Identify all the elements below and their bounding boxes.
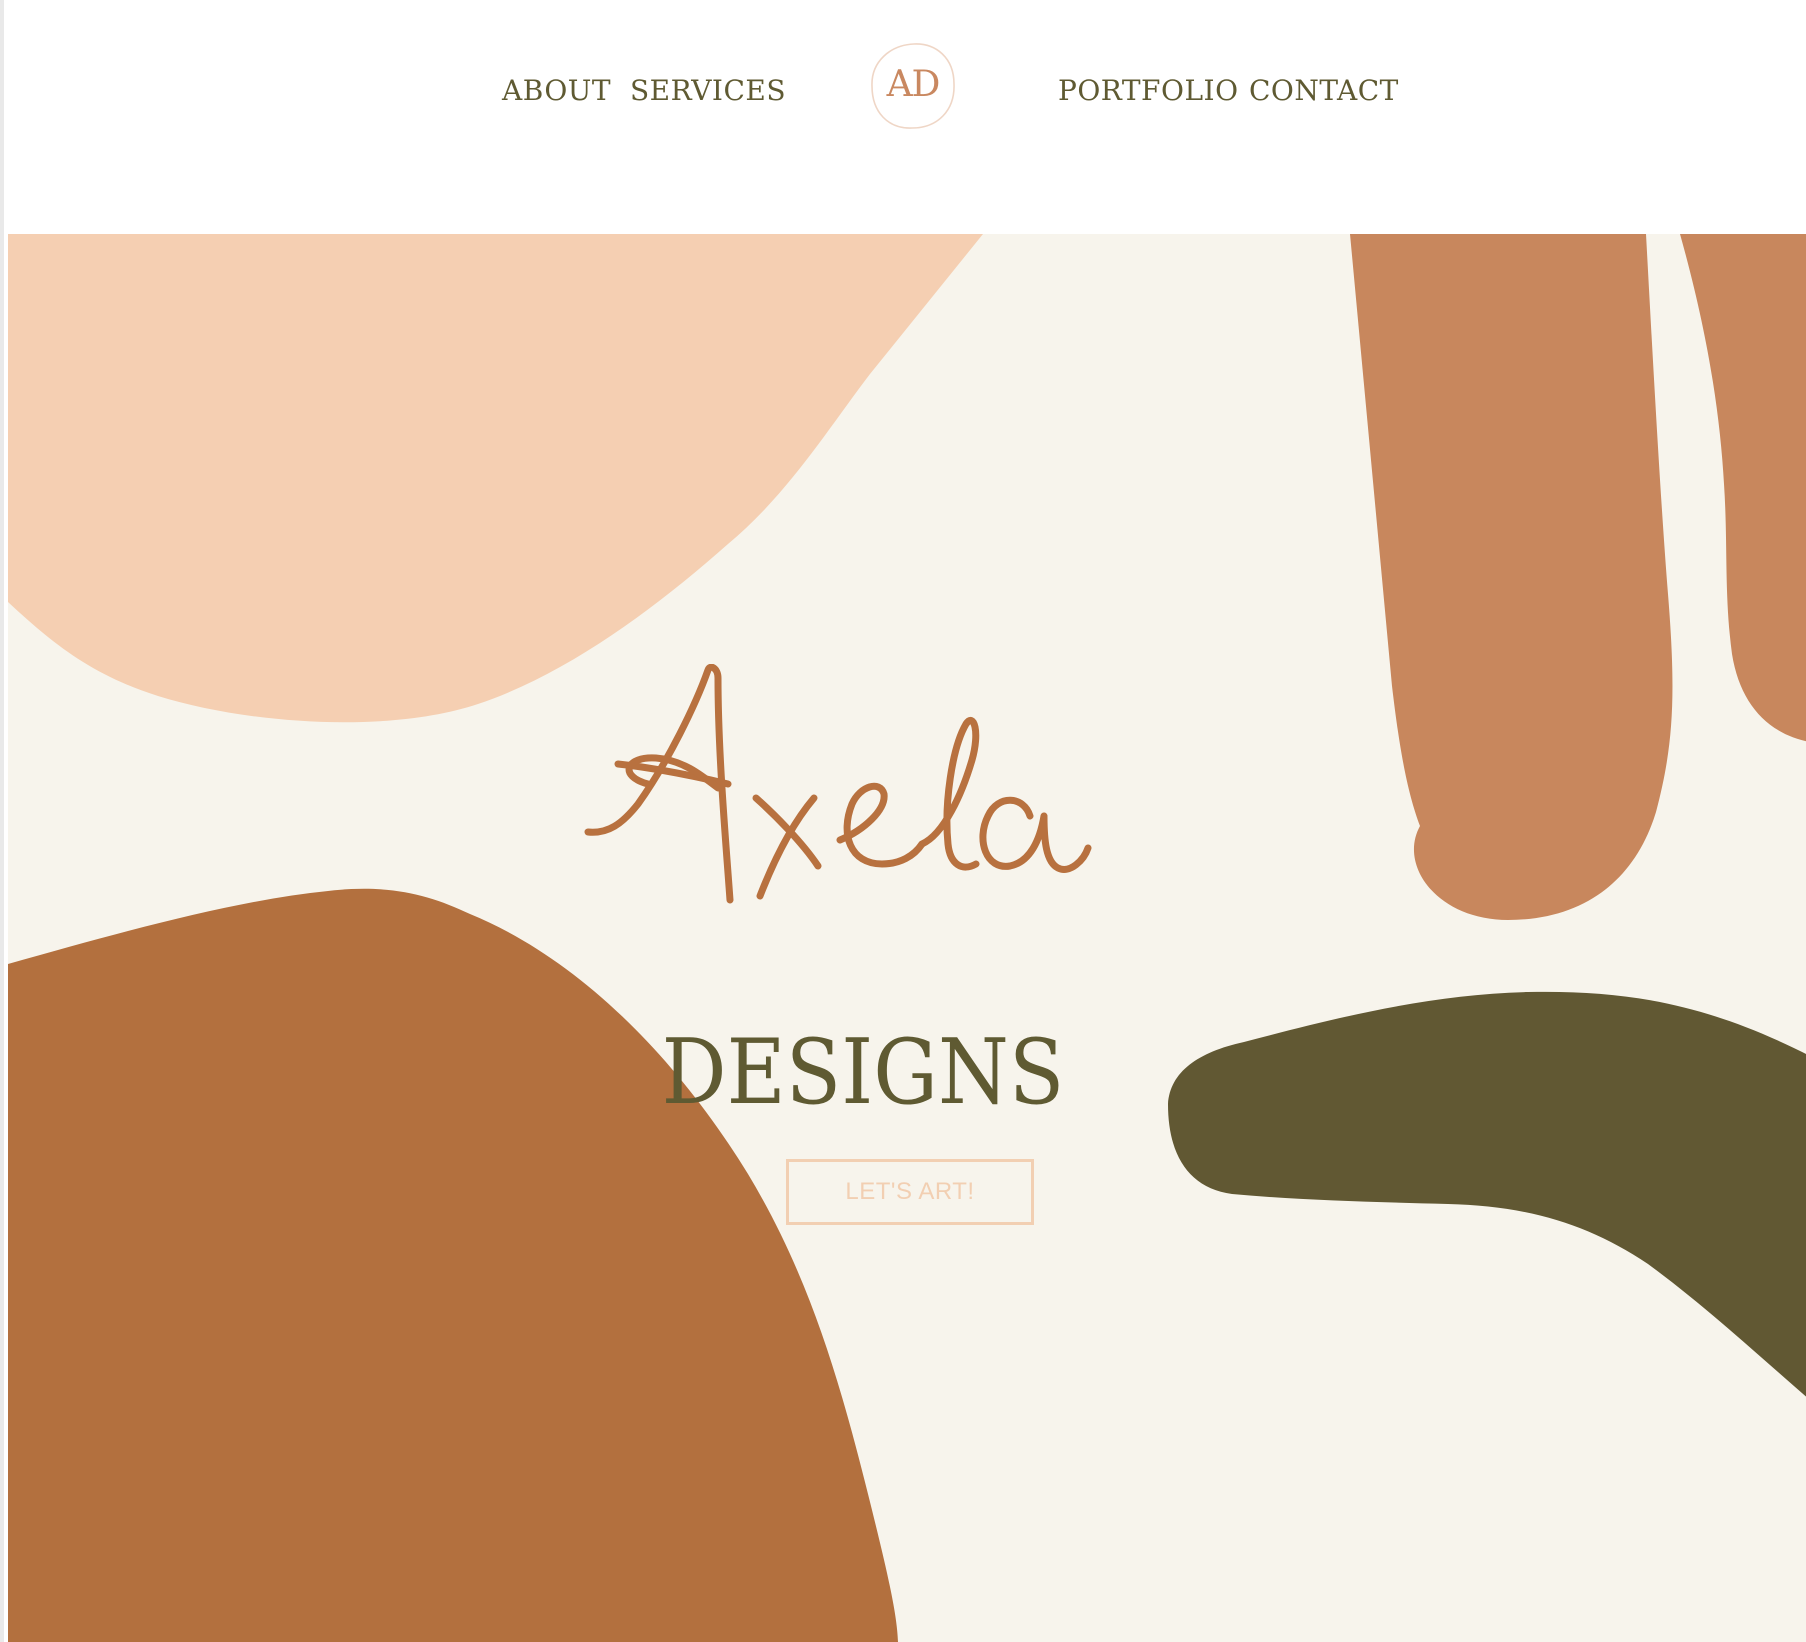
hero-section: Axela DESIGNS [8,234,1806,1642]
logo-monogram: AD [886,64,941,105]
hero-script-title: Axela [578,663,1278,1028]
nav-about-link[interactable]: ABOUT [502,74,611,107]
site-logo[interactable]: AD [866,40,960,134]
nav-contact-link[interactable]: CONTACT [1249,74,1399,107]
nav-portfolio-link[interactable]: PORTFOLIO [1058,74,1239,107]
peach-blob-shape [8,234,983,723]
nav-services-link[interactable]: SERVICES [630,74,786,107]
terracotta-strip-shape [1680,234,1806,742]
lets-art-button[interactable]: LET'S ART! [786,1159,1034,1225]
page-frame: ABOUT SERVICES AD PORTFOLIO CONTACT Axel… [0,0,1806,1642]
terracotta-arch-shape [1350,234,1673,920]
hero-subtitle: DESIGNS [661,1020,1065,1125]
site-header: ABOUT SERVICES AD PORTFOLIO CONTACT [8,0,1806,232]
axela-script-lettering [584,663,1092,904]
